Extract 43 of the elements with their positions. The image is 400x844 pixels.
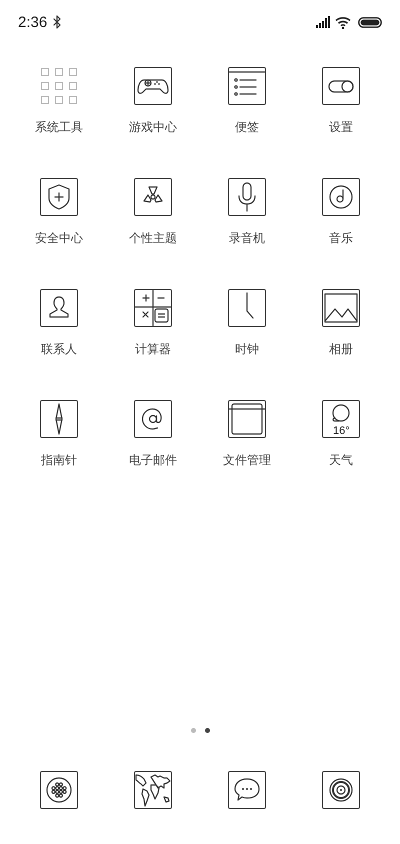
app-label[interactable]: 电子邮件 [129, 452, 177, 468]
camera-lens-icon[interactable] [322, 771, 360, 809]
world-map-icon[interactable] [134, 771, 172, 809]
app-label[interactable]: 音乐 [329, 230, 353, 246]
at-sign-icon[interactable] [134, 400, 172, 438]
app-label[interactable]: 个性主题 [129, 230, 177, 246]
clock-hands-icon[interactable] [228, 289, 266, 327]
dialpad-icon[interactable] [40, 771, 78, 809]
page-indicator-dot[interactable] [190, 728, 196, 733]
battery-icon [358, 16, 382, 28]
notes-icon[interactable] [228, 67, 266, 105]
microphone-icon[interactable] [228, 178, 266, 216]
chat-bubble-icon[interactable] [228, 771, 266, 809]
app-label[interactable]: 计算器 [135, 341, 171, 357]
app-label[interactable]: 便签 [235, 119, 259, 135]
app-label[interactable]: 相册 [329, 341, 353, 357]
app-label[interactable]: 联系人 [41, 341, 77, 357]
clock-time: 2:36 [18, 14, 48, 30]
wifi-icon [335, 16, 351, 28]
toggle-icon[interactable] [322, 67, 360, 105]
bluetooth-icon [52, 15, 62, 29]
app-label[interactable]: 录音机 [229, 230, 265, 246]
app-label[interactable]: 设置 [329, 119, 353, 135]
shield-icon[interactable] [40, 178, 78, 216]
person-icon[interactable] [40, 289, 78, 327]
app-label[interactable]: 安全中心 [35, 230, 83, 246]
signal-icon [316, 16, 330, 28]
gamepad-icon[interactable] [134, 67, 172, 105]
radiation-icon[interactable] [134, 178, 172, 216]
sun-cloud-icon [332, 404, 350, 422]
weather-icon[interactable]: 16° [322, 400, 360, 438]
app-label[interactable]: 时钟 [235, 341, 259, 357]
app-label[interactable]: 天气 [329, 452, 353, 468]
page-indicator-dot[interactable] [204, 728, 210, 733]
app-label[interactable]: 文件管理 [223, 452, 271, 468]
app-label[interactable]: 指南针 [41, 452, 77, 468]
mountain-picture-icon[interactable] [322, 289, 360, 327]
compass-icon[interactable] [40, 400, 78, 438]
app-label[interactable]: 游戏中心 [129, 119, 177, 135]
app-label[interactable]: 系统工具 [35, 119, 83, 135]
calculator-icon[interactable] [134, 289, 172, 327]
folder-frame-icon[interactable] [228, 400, 266, 438]
temperature-label: 16° [333, 425, 350, 437]
